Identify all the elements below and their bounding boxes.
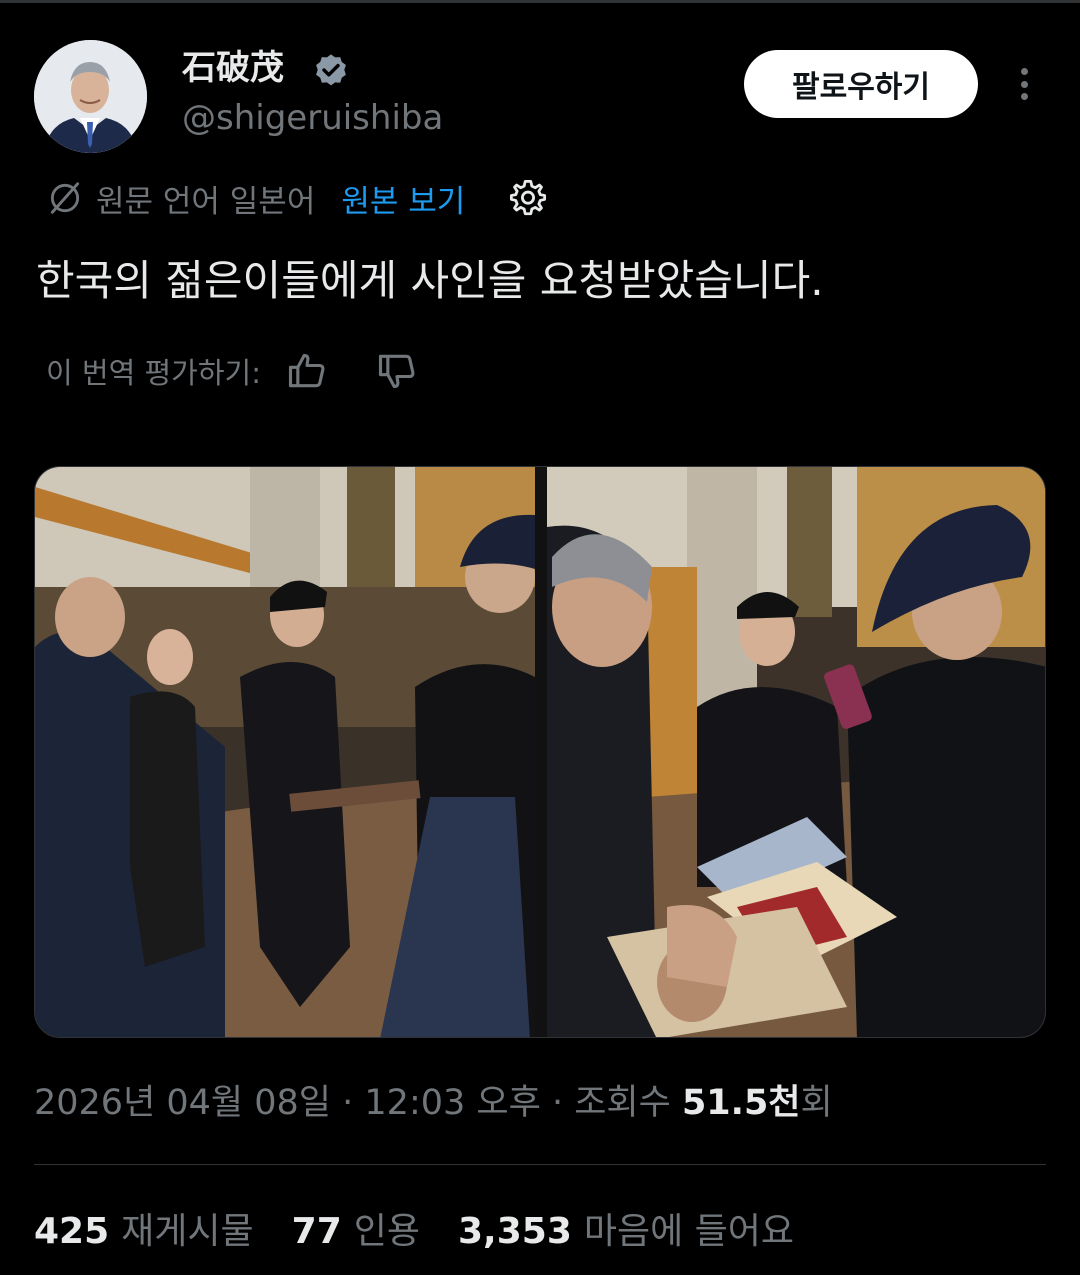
views-label: 조회수 [574,1083,671,1123]
avatar-portrait-image [34,40,147,153]
views-count[interactable]: 51.5천 [682,1083,801,1123]
meta-separator: · [551,1083,575,1123]
reposts-label: 재게시물 [121,1211,254,1252]
divider [34,1164,1046,1165]
verified-badge-icon [316,54,346,86]
tweet-meta: 2026년 04월 08일 · 12:03 오후 · 조회수 51.5천회 [34,1078,833,1128]
tweet-date[interactable]: 2026년 04월 08일 [34,1083,331,1123]
meta-separator: · [342,1083,365,1123]
photo-signing-scene-right [547,467,1045,1037]
gear-icon[interactable] [507,177,549,219]
quotes-label: 인용 [353,1211,420,1252]
display-name[interactable]: 石破茂 [182,46,284,90]
quotes-count: 77 [291,1211,342,1252]
photo-left[interactable] [35,467,535,1037]
quotes-stat[interactable]: 77 인용 [292,1202,420,1254]
top-border [0,0,1080,3]
follow-button[interactable]: 팔로우하기 [744,50,978,118]
likes-count: 3,353 [458,1211,572,1252]
view-original-link[interactable]: 원본 보기 [341,176,465,221]
reposts-count: 425 [34,1211,110,1252]
tweet-text: 한국의 젊은이들에게 사인을 요청받았습니다. [36,256,824,305]
engagement-stats: 425 재게시물 77 인용 3,353 마음에 들어요 [34,1200,832,1256]
thumbs-up-icon[interactable] [285,349,329,393]
likes-stat[interactable]: 3,353 마음에 들어요 [458,1202,794,1254]
photo-signing-scene-left [35,467,535,1037]
thumbs-down-icon[interactable] [375,349,419,393]
likes-label: 마음에 들어요 [583,1211,795,1252]
translate-globe-icon [50,182,80,214]
user-handle[interactable]: @shigeruishiba [182,96,443,140]
source-language-text: 원문 언어 일본어 [96,183,316,220]
media-gallery[interactable] [34,466,1046,1038]
more-vertical-icon[interactable] [1006,62,1042,106]
translation-bar: 원문 언어 일본어 원본 보기 [46,172,549,224]
avatar[interactable] [34,40,147,153]
translation-rating: 이 번역 평가하기: [46,345,465,397]
rate-translation-label: 이 번역 평가하기: [46,356,261,390]
photo-right[interactable] [547,467,1045,1037]
views-suffix: 회 [800,1083,833,1123]
tweet-time[interactable]: 12:03 오후 [364,1083,540,1123]
reposts-stat[interactable]: 425 재게시물 [34,1202,254,1254]
